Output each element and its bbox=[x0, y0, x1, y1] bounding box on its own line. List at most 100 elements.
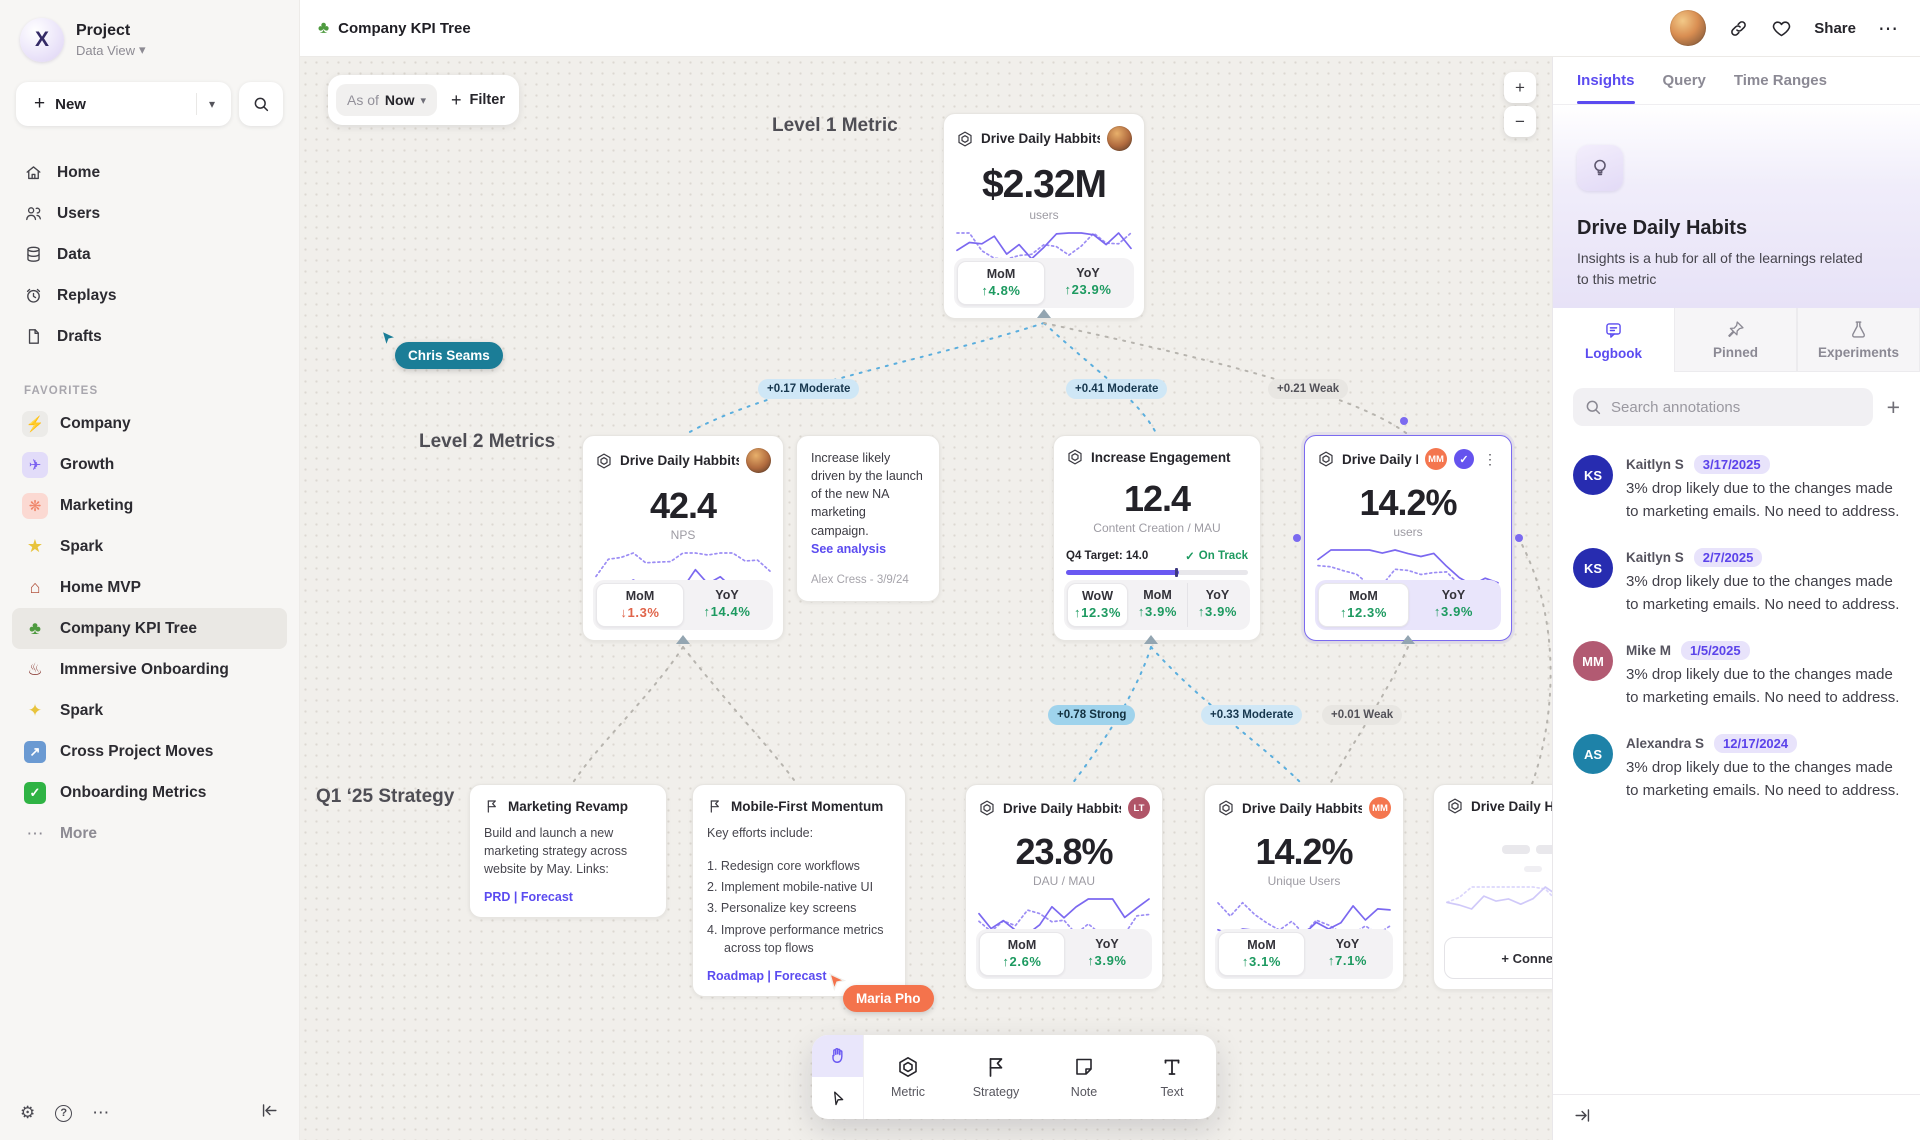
flask-icon bbox=[1848, 319, 1869, 340]
metric-unit: Content Creation / MAU bbox=[1054, 521, 1260, 535]
connect-button[interactable]: + Connect bbox=[1444, 937, 1552, 979]
text-tool-button[interactable]: Text bbox=[1128, 1035, 1216, 1119]
annotation-item[interactable]: KS Kaitlyn S 3/17/2025 3% drop likely du… bbox=[1573, 455, 1900, 523]
annotation-item[interactable]: MM Mike M 1/5/2025 3% drop likely due to… bbox=[1573, 641, 1900, 709]
mom-cell[interactable]: MoM ↑3.9% bbox=[1128, 583, 1187, 627]
search-button[interactable] bbox=[239, 82, 283, 126]
card-menu-icon[interactable]: ⋮ bbox=[1481, 451, 1499, 468]
metric-tool-button[interactable]: Metric bbox=[864, 1035, 952, 1119]
favorite-item-marketing[interactable]: ❋ Marketing bbox=[12, 485, 287, 526]
metric-card-nps[interactable]: Drive Daily Habbits 42.4 NPS MoM ↓1.3% Y… bbox=[582, 435, 784, 641]
favorite-item-company[interactable]: ⚡ Company bbox=[12, 403, 287, 444]
sidebar-item-home[interactable]: Home bbox=[12, 152, 287, 193]
yoy-cell[interactable]: YoY ↑3.9% bbox=[1409, 583, 1498, 627]
metric-card-drive-daily-habbits-l1[interactable]: Drive Daily Habbits $2.32M users MoM ↑4.… bbox=[943, 113, 1145, 319]
favorite-item-growth[interactable]: ✈ Growth bbox=[12, 444, 287, 485]
metric-title: Drive Daily Habbits bbox=[1003, 801, 1121, 816]
collapse-branch-triangle[interactable] bbox=[676, 635, 690, 644]
more-icon[interactable]: ⋯ bbox=[92, 1103, 109, 1123]
favorite-item-onboarding-metrics[interactable]: ✓ Onboarding Metrics bbox=[12, 772, 287, 813]
pin-icon bbox=[1725, 319, 1746, 340]
database-icon bbox=[24, 245, 43, 264]
sidebar-item-users[interactable]: Users bbox=[12, 193, 287, 234]
more-options-icon[interactable]: ⋯ bbox=[1878, 16, 1900, 41]
yoy-cell[interactable]: YoY ↑14.4% bbox=[684, 583, 770, 627]
tab-time-ranges[interactable]: Time Ranges bbox=[1734, 57, 1827, 104]
note-byline: Alex Cress - 3/9/24 bbox=[811, 572, 925, 589]
connection-handle-left[interactable] bbox=[1293, 534, 1301, 542]
user-avatar[interactable] bbox=[1670, 10, 1706, 46]
new-button[interactable]: + New ▾ bbox=[16, 82, 231, 126]
metric-card-dau-mau[interactable]: Drive Daily Habbits LT 23.8% DAU / MAU M… bbox=[965, 784, 1163, 990]
edge-label: +0.41 Moderate bbox=[1066, 379, 1167, 399]
search-annotations-input[interactable] bbox=[1573, 388, 1873, 426]
favorite-item-company-kpi-tree[interactable]: ♣ Company KPI Tree bbox=[12, 608, 287, 649]
strategy-tool-button[interactable]: Strategy bbox=[952, 1035, 1040, 1119]
mom-cell[interactable]: MoM ↑2.6% bbox=[979, 932, 1065, 976]
collapse-branch-triangle[interactable] bbox=[1144, 635, 1158, 644]
kpi-tree-canvas[interactable]: As of Now ▾ + Filter + − Level 1 Metric bbox=[300, 57, 1552, 1140]
see-analysis-link[interactable]: See analysis bbox=[811, 540, 925, 558]
skeleton-bars bbox=[1434, 845, 1552, 854]
gear-icon[interactable]: ⚙ bbox=[20, 1103, 35, 1123]
collapse-branch-triangle[interactable] bbox=[1037, 309, 1051, 318]
project-switcher[interactable]: X Project Data View ▾ bbox=[0, 0, 299, 72]
strategy-card-marketing-revamp[interactable]: Marketing Revamp Build and launch a new … bbox=[469, 784, 667, 918]
annotation-text: 3% drop likely due to the changes made t… bbox=[1626, 664, 1900, 709]
metric-card-unique-users[interactable]: Drive Daily Habbits MM 14.2% Unique User… bbox=[1204, 784, 1404, 990]
favorite-heart-icon[interactable] bbox=[1771, 18, 1792, 39]
strategy-links[interactable]: PRD | Forecast bbox=[470, 878, 666, 917]
favorite-item-immersive-onboarding[interactable]: ♨ Immersive Onboarding bbox=[12, 649, 287, 690]
mom-cell[interactable]: MoM ↓1.3% bbox=[596, 583, 684, 627]
sidebar-item-data[interactable]: Data bbox=[12, 234, 287, 275]
yoy-cell[interactable]: YoY ↑23.9% bbox=[1045, 261, 1131, 305]
sidebar-item-replays[interactable]: Replays bbox=[12, 275, 287, 316]
yoy-cell[interactable]: YoY ↑3.9% bbox=[1065, 932, 1149, 976]
favorite-item-home-mvp[interactable]: ⌂ Home MVP bbox=[12, 567, 287, 608]
annotation-author: Kaitlyn S bbox=[1626, 457, 1684, 472]
document-icon bbox=[24, 327, 43, 346]
collapse-sidebar-icon[interactable] bbox=[260, 1101, 279, 1125]
strategy-card-mobile-first-momentum[interactable]: Mobile-First Momentum Key efforts includ… bbox=[692, 784, 906, 997]
favorite-item-cross-project-moves[interactable]: ↗ Cross Project Moves bbox=[12, 731, 287, 772]
select-tool-button[interactable] bbox=[812, 1077, 863, 1119]
favorite-item-spark[interactable]: ★ Spark bbox=[12, 526, 287, 567]
subtab-pinned[interactable]: Pinned bbox=[1674, 308, 1797, 372]
hand-tool-button[interactable] bbox=[812, 1035, 863, 1077]
share-button[interactable]: Share bbox=[1814, 20, 1856, 37]
rocket-icon: ✈ bbox=[22, 452, 48, 478]
collapse-panel-icon[interactable] bbox=[1573, 1106, 1592, 1130]
sidebar-item-drafts[interactable]: Drafts bbox=[12, 316, 287, 357]
metric-hexagon-icon bbox=[956, 130, 974, 148]
tab-insights[interactable]: Insights bbox=[1577, 57, 1635, 104]
project-view-switcher[interactable]: Data View ▾ bbox=[76, 42, 146, 58]
favorites-more-button[interactable]: ⋯ More bbox=[12, 813, 287, 854]
collapse-branch-triangle[interactable] bbox=[1401, 635, 1415, 644]
connection-handle-top[interactable] bbox=[1400, 417, 1408, 425]
copy-link-icon[interactable] bbox=[1728, 18, 1749, 39]
favorite-item-spark-2[interactable]: ✦ Spark bbox=[12, 690, 287, 731]
annotation-item[interactable]: AS Alexandra S 12/17/2024 3% drop likely… bbox=[1573, 734, 1900, 802]
annotation-item[interactable]: KS Kaitlyn S 2/7/2025 3% drop likely due… bbox=[1573, 548, 1900, 616]
connection-handle-right[interactable] bbox=[1515, 534, 1523, 542]
note-tool-button[interactable]: Note bbox=[1040, 1035, 1128, 1119]
mom-cell[interactable]: MoM ↑4.8% bbox=[957, 261, 1045, 305]
annotation-text: 3% drop likely due to the changes made t… bbox=[1626, 757, 1900, 802]
metric-card-increase-engagement[interactable]: Increase Engagement 12.4 Content Creatio… bbox=[1053, 435, 1261, 641]
project-logo: X bbox=[20, 18, 64, 62]
canvas-note-card[interactable]: Increase likely driven by the launch of … bbox=[796, 435, 940, 602]
subtab-experiments[interactable]: Experiments bbox=[1797, 308, 1920, 372]
metric-card-partial[interactable]: Drive Daily Habbits + Connect bbox=[1433, 784, 1552, 990]
mom-cell[interactable]: MoM ↑12.3% bbox=[1318, 583, 1409, 627]
yoy-cell[interactable]: YoY ↑3.9% bbox=[1187, 583, 1247, 627]
subtab-logbook[interactable]: Logbook bbox=[1553, 308, 1674, 372]
chevron-down-icon[interactable]: ▾ bbox=[209, 97, 215, 111]
mom-cell[interactable]: MoM ↑3.1% bbox=[1218, 932, 1305, 976]
yoy-cell[interactable]: YoY ↑7.1% bbox=[1305, 932, 1390, 976]
help-icon[interactable]: ? bbox=[55, 1105, 72, 1122]
wow-cell[interactable]: WoW ↑12.3% bbox=[1067, 583, 1128, 627]
metric-card-selected-drive-daily-habbits[interactable]: Drive Daily Habb.. MM ✓ ⋮ 14.2% users Mo… bbox=[1304, 435, 1512, 641]
add-annotation-button[interactable]: + bbox=[1887, 396, 1900, 419]
tab-query[interactable]: Query bbox=[1663, 57, 1706, 104]
confetti-icon: ❋ bbox=[22, 493, 48, 519]
